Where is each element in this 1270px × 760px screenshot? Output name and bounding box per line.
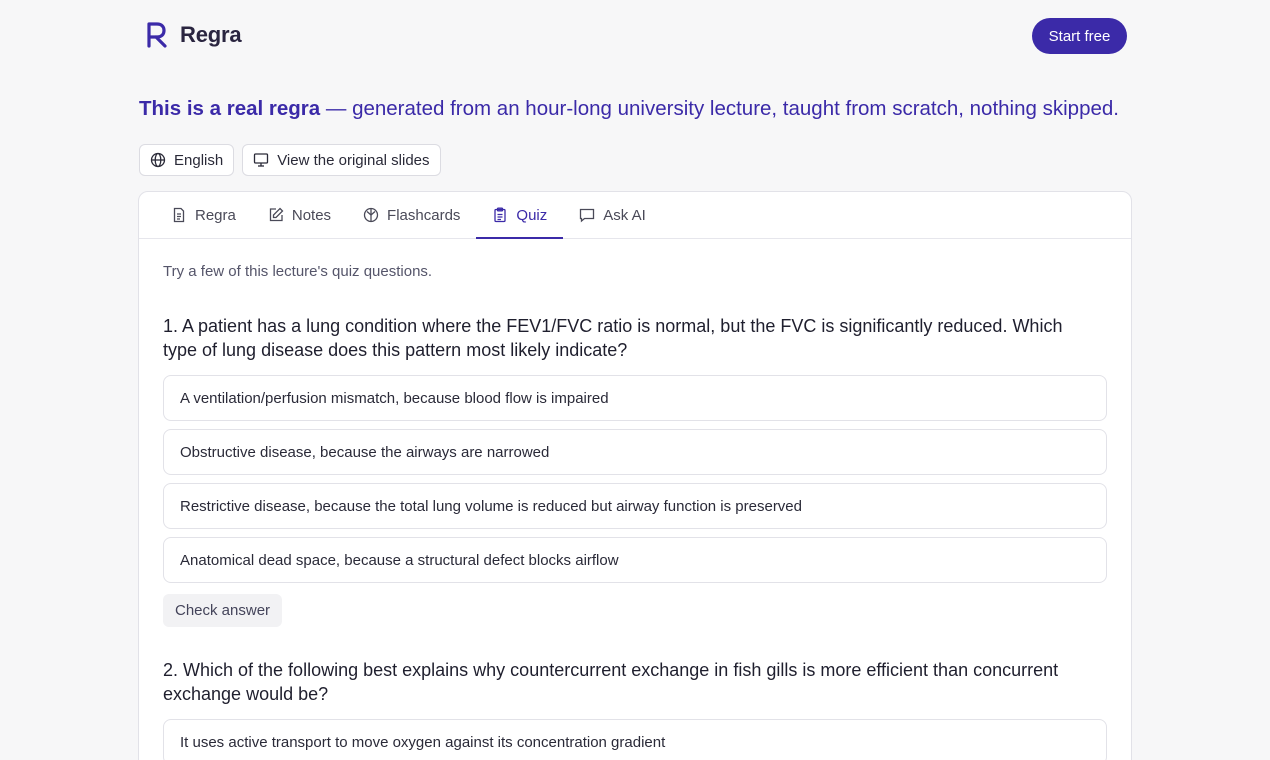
question-2-text: 2. Which of the following best explains … [163,660,1059,704]
tab-notes[interactable]: Notes [252,192,347,238]
document-icon [173,207,185,223]
chat-icon [580,208,595,223]
answer-option[interactable]: Obstructive disease, because the airways… [163,429,1107,475]
view-slides-label: View the original slides [277,151,430,169]
brand-logo[interactable]: Regra [146,22,242,48]
tab-label: Quiz [516,206,548,224]
tab-ask-ai[interactable]: Ask AI [563,192,662,238]
question-1-text: 1. A patient has a lung condition where … [163,316,1063,360]
language-label: English [174,151,224,169]
tab-label: Notes [291,206,332,224]
edit-note-icon [269,207,284,222]
answer-option[interactable]: Anatomical dead space, because a structu… [163,537,1107,583]
clipboard-icon [494,207,507,223]
tab-label: Regra [195,206,236,224]
language-button[interactable]: English [139,144,235,176]
answer-option[interactable]: It uses active transport to move oxygen … [163,719,1107,760]
top-bar: Regra Start free [0,0,1270,72]
tab-label: Flashcards [387,206,461,224]
tab-regra[interactable]: Regra [155,192,252,238]
quiz-intro: Try a few of this lecture's quiz questio… [163,263,433,280]
hero-strong: This is a real regra [139,97,321,120]
view-slides-button[interactable]: View the original slides [242,144,441,176]
tab-label: Ask AI [603,206,646,224]
action-pills: English View the original slides [139,144,441,176]
hero-headline: This is a real regra — generated from an… [139,97,1119,121]
hero-rest: — generated from an hour-long university… [320,97,1119,120]
flashcards-icon [363,207,379,223]
answer-option[interactable]: Restrictive disease, because the total l… [163,483,1107,529]
globe-icon [150,152,166,168]
tab-flashcards[interactable]: Flashcards [347,192,476,238]
tab-quiz[interactable]: Quiz [476,192,564,239]
answer-option[interactable]: A ventilation/perfusion mismatch, becaus… [163,375,1107,421]
brand-name: Regra [180,22,242,47]
lecture-card: Regra Notes Flashcards Quiz Ask AI Try a… [138,191,1132,760]
presentation-icon [254,153,269,167]
start-free-button[interactable]: Start free [1032,18,1127,54]
regra-logo-icon [147,22,167,48]
check-answer-button[interactable]: Check answer [163,594,283,627]
tab-bar: Regra Notes Flashcards Quiz Ask AI [139,192,1131,239]
